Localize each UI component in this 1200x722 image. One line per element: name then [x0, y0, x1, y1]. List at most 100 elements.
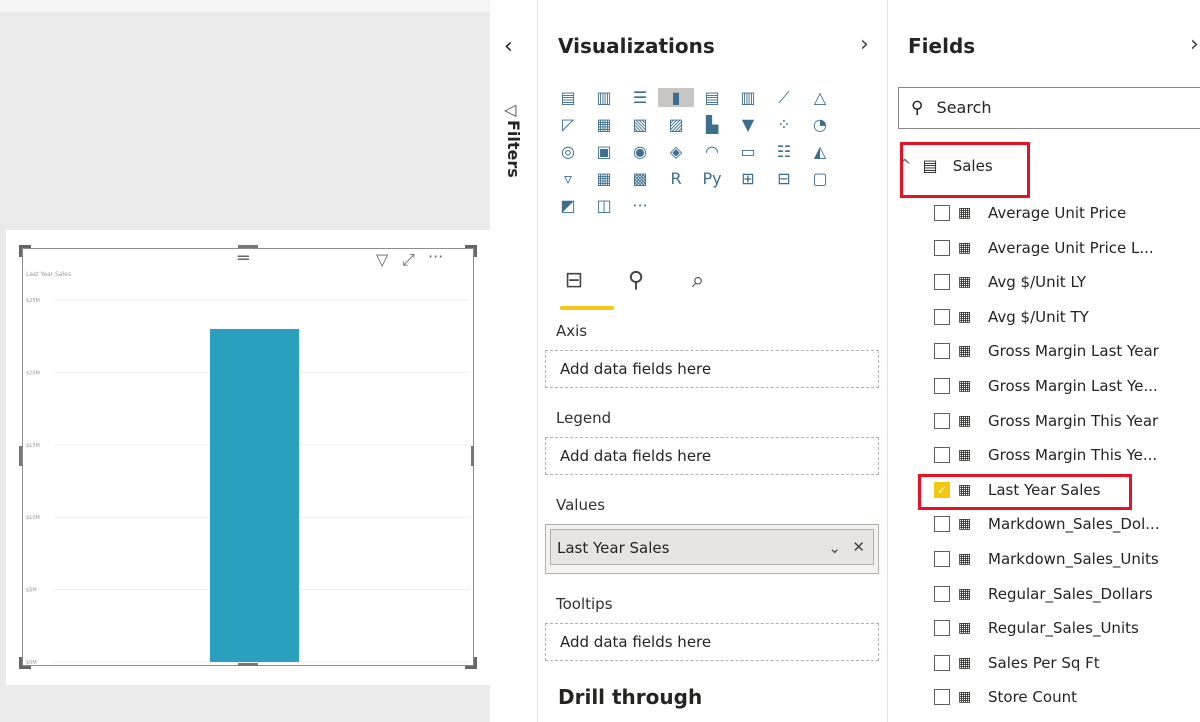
tooltips-well-dropzone[interactable]: Add data fields here [545, 623, 879, 661]
column-chart-visual[interactable]: ═ ▽ ⤢ ··· $0M $5M $10M $15M $20M $25M Last Ye… [6, 230, 490, 685]
waterfall-chart-icon[interactable]: ▙ [694, 115, 730, 134]
r-script-visual-icon[interactable]: R [658, 169, 694, 188]
checkbox[interactable] [934, 274, 950, 291]
checkbox[interactable] [934, 516, 950, 533]
fields-title: Fields [908, 34, 976, 58]
filter-icon[interactable]: ◁ [504, 100, 516, 119]
measure-calculator-icon: ▦ [958, 378, 972, 394]
measure-calculator-icon: ▦ [958, 239, 972, 256]
area-chart-icon[interactable]: △ [802, 88, 838, 107]
clustered-column-chart-icon[interactable]: ▮ [658, 88, 694, 107]
line-stacked-column-chart-icon[interactable]: ▦ [586, 115, 622, 134]
field-label: Regular_Sales_Dollars [988, 584, 1153, 603]
checkbox[interactable] [934, 412, 950, 429]
chevron-right-icon[interactable]: › [1190, 32, 1199, 57]
line-clustered-column-chart-icon[interactable]: ▧ [622, 115, 658, 134]
search-input[interactable]: ⚲ Search [898, 87, 1200, 129]
100-stacked-column-chart-icon[interactable]: ▥ [730, 88, 766, 107]
map-icon[interactable]: ◉ [622, 142, 658, 161]
search-placeholder: Search [936, 98, 992, 117]
measure-calculator-icon: ▦ [958, 551, 972, 567]
treemap-icon[interactable]: ▣ [586, 142, 622, 161]
bar-chart-svg: $0M $5M $10M $15M $20M $25M Last Year Sales [26, 271, 470, 666]
decomposition-tree-icon[interactable]: ⊟ [766, 169, 802, 188]
measure-calculator-icon: ▦ [958, 343, 972, 360]
field-item[interactable]: ▦ Sales Per Sq Ft [934, 647, 1100, 679]
table-icon[interactable]: ▦ [586, 169, 622, 188]
stacked-area-chart-icon[interactable]: ◸ [550, 115, 586, 134]
pie-chart-icon[interactable]: ◔ [802, 115, 838, 134]
measure-calculator-icon: ▦ [958, 447, 972, 464]
field-item[interactable]: ▦ Markdown_Sales_Units [934, 543, 1159, 575]
checkbox[interactable] [934, 378, 950, 394]
field-item[interactable]: ▦ Average Unit Price L... [934, 232, 1154, 264]
chevron-down-icon[interactable]: ⌄ [828, 539, 841, 557]
checkbox[interactable] [934, 447, 950, 464]
filled-map-icon[interactable]: ◈ [658, 142, 694, 161]
field-item[interactable]: ▦ Markdown_Sales_Dol... [934, 508, 1160, 540]
stacked-bar-chart-icon[interactable]: ▤ [550, 88, 586, 107]
chevron-right-icon[interactable]: › [860, 32, 869, 57]
checkbox[interactable] [934, 689, 950, 706]
python-visual-icon[interactable]: Py [694, 169, 730, 188]
checkbox[interactable] [934, 205, 950, 221]
multi-row-card-icon[interactable]: ☷ [766, 142, 802, 161]
field-label: Markdown_Sales_Dol... [988, 515, 1160, 534]
smart-narrative-icon[interactable]: ◫ [586, 196, 622, 215]
field-item[interactable]: ▦ Gross Margin Last Ye... [934, 370, 1158, 402]
checkbox[interactable] [934, 239, 950, 256]
legend-well-dropzone[interactable]: Add data fields here [545, 437, 879, 475]
line-chart-icon[interactable]: ⟋ [766, 88, 802, 108]
qna-icon[interactable]: ▢ [802, 169, 838, 188]
clustered-bar-chart-icon[interactable]: ☰ [622, 88, 658, 107]
slicer-icon[interactable]: ▿ [550, 169, 586, 188]
more-visuals-icon[interactable]: ··· [622, 196, 658, 215]
values-field-pill[interactable]: Last Year Sales ⌄ ✕ [550, 529, 874, 565]
checkbox[interactable] [934, 620, 950, 637]
field-item[interactable]: ▦ Gross Margin This Ye... [934, 439, 1157, 471]
field-item[interactable]: ▦ Gross Margin This Year [934, 405, 1158, 437]
arcgis-map-icon[interactable]: ◩ [550, 196, 586, 215]
ribbon-chart-icon[interactable]: ▨ [658, 115, 694, 134]
checkbox[interactable] [934, 654, 950, 671]
y-tick-label: $25M [26, 298, 40, 304]
key-influencers-icon[interactable]: ⊞ [730, 169, 766, 188]
field-item[interactable]: ▦ Avg $/Unit TY [934, 301, 1089, 333]
checkbox[interactable] [934, 551, 950, 567]
visualizations-pane: Visualizations › ▤ ▥ ☰ ▮ ▤ ▥ ⟋ △ ◸ ▦ ▧ ▨… [538, 0, 888, 722]
field-item[interactable]: ▦ Regular_Sales_Dollars [934, 578, 1153, 610]
checkbox[interactable] [934, 343, 950, 360]
fields-tab-icon[interactable]: ⊟ [556, 268, 592, 293]
remove-field-icon[interactable]: ✕ [852, 538, 865, 556]
gauge-icon[interactable]: ◠ [694, 142, 730, 161]
checkbox[interactable] [934, 308, 950, 325]
y-tick-label: $10M [26, 515, 40, 521]
measure-calculator-icon: ▦ [958, 585, 972, 602]
field-item[interactable]: ▦ Average Unit Price [934, 197, 1126, 229]
checkbox[interactable] [934, 585, 950, 602]
scatter-chart-icon[interactable]: ⁘ [766, 115, 802, 134]
chevron-left-icon[interactable]: ‹ [504, 34, 513, 59]
field-item[interactable]: ▦ Gross Margin Last Year [934, 335, 1159, 367]
kpi-icon[interactable]: ◭ [802, 142, 838, 161]
chart-title: Last Year Sales [26, 271, 71, 278]
axis-well-dropzone[interactable]: Add data fields here [545, 350, 879, 388]
card-icon[interactable]: ▭ [730, 142, 766, 161]
stacked-column-chart-icon[interactable]: ▥ [586, 88, 622, 107]
field-label: Gross Margin Last Ye... [988, 377, 1158, 395]
100-stacked-bar-chart-icon[interactable]: ▤ [694, 88, 730, 107]
filters-label[interactable]: Filters [504, 120, 523, 178]
y-tick-label: $15M [26, 443, 40, 449]
analytics-magnifier-icon[interactable]: ⌕ [680, 268, 716, 293]
values-well-dropzone[interactable]: Last Year Sales ⌄ ✕ [545, 524, 879, 574]
matrix-icon[interactable]: ▩ [622, 169, 658, 188]
funnel-chart-icon[interactable]: ▼ [730, 115, 766, 134]
field-item[interactable]: ▦ Avg $/Unit LY [934, 266, 1086, 298]
field-label: Markdown_Sales_Units [988, 550, 1159, 568]
field-item[interactable]: ▦ Store Count [934, 681, 1077, 713]
format-paint-roller-icon[interactable]: ⚲ [618, 268, 654, 293]
field-item[interactable]: ▦ Regular_Sales_Units [934, 612, 1139, 644]
donut-chart-icon[interactable]: ◎ [550, 142, 586, 161]
bar[interactable] [210, 328, 299, 662]
values-well-label: Values [556, 496, 606, 514]
